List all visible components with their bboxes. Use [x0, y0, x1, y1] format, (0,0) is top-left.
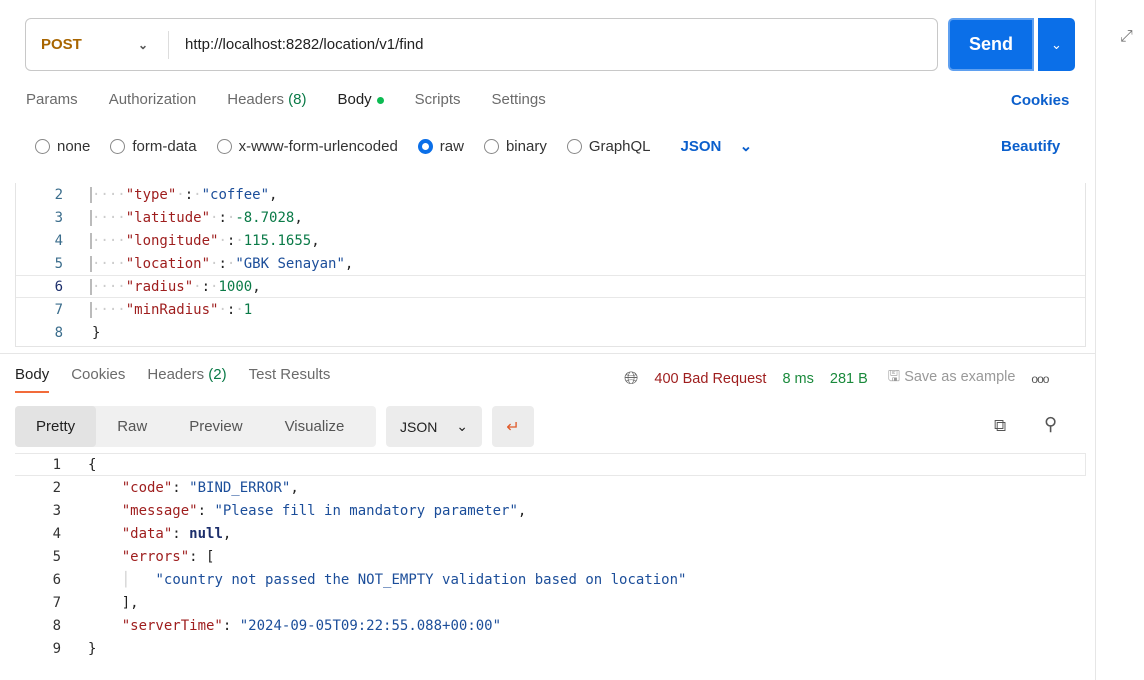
code-text: ····"type"·:·"coffee", [90, 186, 278, 203]
message-value: Please fill in mandatory parameter [222, 502, 510, 519]
line-number: 3 [54, 209, 63, 226]
code-line: 3 "message": "Please fill in mandatory p… [52, 502, 527, 519]
wrap-lines-icon[interactable]: ↵ [492, 406, 534, 447]
code-value: BIND_ERROR [197, 479, 282, 496]
response-tabs: Body Cookies Headers (2) Test Results [15, 366, 330, 393]
code-line: 3 ····"latitude"·:·-8.7028, [16, 206, 1085, 229]
response-format-select[interactable]: JSON ⌄ [386, 406, 482, 447]
request-tabs: Params Authorization Headers (8) Body Sc… [26, 91, 546, 108]
view-raw[interactable]: Raw [96, 406, 168, 447]
line-number: 7 [54, 301, 63, 318]
view-preview[interactable]: Preview [168, 406, 263, 447]
response-status: 🌐︎ 400 Bad Request 8 ms 281 B 🖫 Save as … [624, 366, 1049, 391]
request-url-bar: POST ⌄ http://localhost:8282/location/v1/… [25, 18, 938, 71]
request-body-editor[interactable]: 2 ····"type"·:·"coffee", 3 ····"latitude"·:… [15, 183, 1086, 347]
save-icon: 🖫 [887, 369, 901, 385]
chevron-down-icon: ⌄ [1051, 36, 1062, 52]
line-number: 5 [54, 255, 63, 272]
body-type-radios: none form-data x-www-form-urlencoded raw… [35, 137, 752, 155]
search-icon[interactable]: ⚲ [1044, 414, 1057, 435]
tab-scripts[interactable]: Scripts [415, 91, 461, 108]
headers-count: (8) [288, 91, 307, 108]
radio-form-data[interactable]: form-data [110, 138, 197, 155]
code-text: ····"location"·:·"GBK Senayan", [90, 255, 354, 272]
tab-params[interactable]: Params [26, 91, 78, 108]
copy-icon[interactable]: ⧉ [994, 416, 1006, 436]
code-line: 8} [16, 321, 1085, 344]
url-input[interactable]: http://localhost:8282/location/v1/find [169, 36, 424, 53]
code-line: 7 ····"minRadius"·:·1 [16, 298, 1085, 321]
beautify-button[interactable]: Beautify [1001, 138, 1060, 155]
save-as-example-button[interactable]: 🖫 Save as example [888, 366, 1016, 391]
code-line: 8 "serverTime": "2024-09-05T09:22:55.088… [52, 617, 502, 634]
send-button[interactable]: Send [948, 18, 1034, 71]
panel-divider [1095, 0, 1096, 680]
code-line: 9} [52, 640, 97, 657]
code-line: 4 "data": null, [52, 525, 232, 542]
tab-body[interactable]: Body [337, 91, 384, 108]
radio-binary[interactable]: binary [483, 138, 547, 155]
view-mode-toggle: Pretty Raw Preview Visualize [15, 406, 376, 447]
code-line: 7 ], [52, 594, 139, 611]
code-text: ····"radius"·:·1000, [90, 278, 261, 295]
response-tab-cookies[interactable]: Cookies [71, 366, 125, 393]
code-line: 1{ [15, 453, 1086, 476]
radio-raw[interactable]: raw [417, 138, 464, 155]
send-options-button[interactable]: ⌄ [1038, 18, 1075, 71]
code-text: ····"longitude"·:·115.1655, [90, 232, 320, 249]
radio-graphql[interactable]: GraphQL [566, 138, 651, 155]
response-body-viewer: 1{ 2 "code": "BIND_ERROR", 3 "message": … [15, 453, 1086, 660]
code-line: 4 ····"longitude"·:·115.1655, [16, 229, 1085, 252]
cookies-link[interactable]: Cookies [1011, 92, 1069, 109]
view-visualize[interactable]: Visualize [264, 406, 366, 447]
radio-none[interactable]: none [35, 138, 90, 155]
tab-settings[interactable]: Settings [492, 91, 546, 108]
data-value: null [189, 525, 223, 542]
code-text: ····"minRadius"·:·1 [90, 301, 253, 318]
expand-icon[interactable]: ⤢ [1120, 28, 1133, 46]
chevron-down-icon: ⌄ [456, 418, 468, 434]
radio-urlencoded[interactable]: x-www-form-urlencoded [216, 138, 398, 155]
code-text: ····"latitude"·:·-8.7028, [90, 209, 303, 226]
code-line: 6 │ "country not passed the NOT_EMPTY va… [52, 571, 687, 588]
code-line: 5 "errors": [ [52, 548, 215, 565]
error-value: country not passed the NOT_EMPTY validat… [163, 571, 679, 588]
divider [0, 353, 1095, 354]
tab-authorization[interactable]: Authorization [109, 91, 197, 108]
status-code[interactable]: 400 Bad Request [654, 371, 766, 387]
more-options-icon[interactable]: ooo [1031, 372, 1049, 386]
response-tab-body[interactable]: Body [15, 366, 50, 393]
code-text: } [92, 324, 101, 341]
line-number: 8 [54, 324, 63, 341]
headers-count: (2) [208, 366, 227, 383]
chevron-down-icon: ⌄ [739, 138, 753, 155]
method-select[interactable]: POST ⌄ [26, 30, 169, 59]
body-modified-dot [376, 96, 384, 104]
response-size[interactable]: 281 B [830, 371, 868, 387]
server-time-value: 2024-09-05T09:22:55.088+00:00 [248, 617, 493, 634]
globe-icon[interactable]: 🌐︎ [624, 368, 638, 389]
code-line: 2 ····"type"·:·"coffee", [16, 183, 1085, 206]
chevron-down-icon: ⌄ [137, 37, 148, 52]
code-line: 2 "code": "BIND_ERROR", [52, 479, 299, 496]
response-tab-headers[interactable]: Headers (2) [147, 366, 226, 393]
response-tab-test-results[interactable]: Test Results [249, 366, 331, 393]
line-number: 4 [54, 232, 63, 249]
tab-headers[interactable]: Headers (8) [227, 91, 306, 108]
code-line: 5 ····"location"·:·"GBK Senayan", [16, 252, 1085, 275]
view-pretty[interactable]: Pretty [15, 406, 97, 447]
code-line: 6 ····"radius"·:·1000, [16, 275, 1085, 298]
body-format-select[interactable]: JSON ⌄ [681, 137, 753, 155]
response-time[interactable]: 8 ms [782, 371, 813, 387]
line-number: 2 [54, 186, 63, 203]
line-number: 6 [54, 278, 63, 295]
